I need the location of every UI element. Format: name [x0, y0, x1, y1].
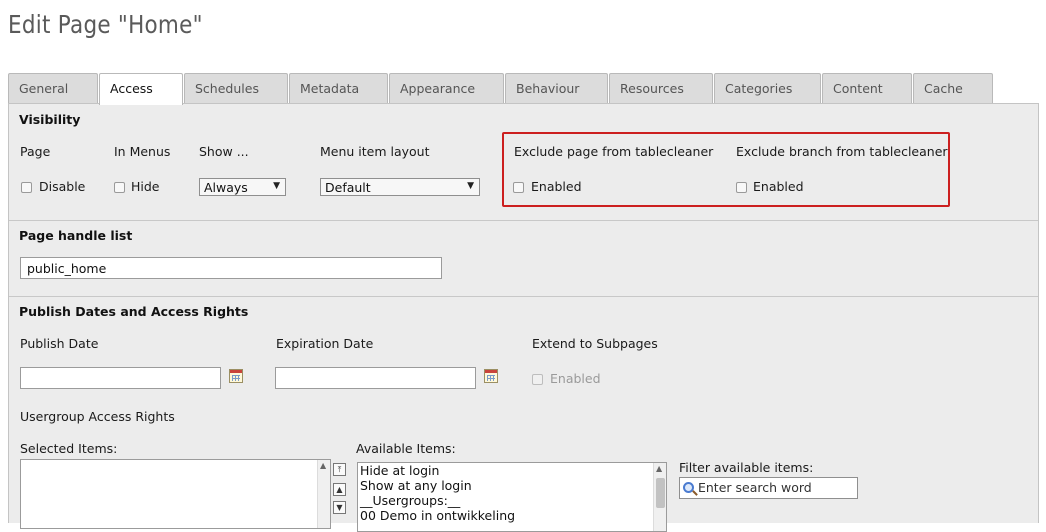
scrollbar-thumb[interactable]: [656, 478, 665, 508]
filter-search-input[interactable]: Enter search word: [679, 477, 858, 499]
move-down-icon[interactable]: ▼: [333, 501, 346, 514]
publish-date-input[interactable]: [20, 367, 221, 389]
tab-content[interactable]: Content: [822, 73, 912, 104]
page-title: Edit Page "Home": [8, 10, 203, 39]
tab-access[interactable]: Access: [99, 73, 183, 105]
publish-date-label: Publish Date: [20, 336, 99, 351]
selected-items-list[interactable]: ▲: [20, 459, 331, 529]
page-label: Page: [20, 144, 51, 159]
filter-items-label: Filter available items:: [679, 460, 814, 475]
exclude-branch-enabled-label[interactable]: Enabled: [753, 179, 804, 194]
scrollbar[interactable]: ▲: [317, 460, 330, 528]
calendar-icon[interactable]: [229, 369, 243, 383]
tab-resources[interactable]: Resources: [609, 73, 713, 104]
extend-subpages-enabled-label: Enabled: [550, 371, 601, 386]
menu-item-layout-label: Menu item layout: [320, 144, 430, 159]
hide-checkbox[interactable]: [114, 182, 125, 193]
show-label: Show ...: [199, 144, 249, 159]
scroll-up-icon[interactable]: ▲: [656, 464, 662, 473]
exclude-page-label: Exclude page from tablecleaner: [514, 144, 714, 159]
disable-label[interactable]: Disable: [39, 179, 85, 194]
expiration-date-input[interactable]: [275, 367, 476, 389]
visibility-section-title: Visibility: [19, 112, 81, 127]
exclude-page-enabled-label[interactable]: Enabled: [531, 179, 582, 194]
tab-appearance[interactable]: Appearance: [389, 73, 504, 104]
disable-checkbox[interactable]: [21, 182, 32, 193]
tab-categories[interactable]: Categories: [714, 73, 821, 104]
calendar-icon[interactable]: [484, 369, 498, 383]
extend-subpages-checkbox[interactable]: [532, 374, 543, 385]
access-panel: Visibility Page Disable In Menus Hide Sh…: [8, 103, 1039, 532]
page-handle-input[interactable]: public_home: [20, 257, 442, 279]
tab-metadata[interactable]: Metadata: [289, 73, 388, 104]
filter-search-placeholder: Enter search word: [697, 480, 812, 495]
show-select[interactable]: Always ▼: [199, 178, 286, 196]
tab-schedules[interactable]: Schedules: [184, 73, 288, 104]
menu-item-layout-select[interactable]: Default ▼: [320, 178, 480, 196]
tab-behaviour[interactable]: Behaviour: [505, 73, 608, 104]
in-menus-label: In Menus: [114, 144, 171, 159]
available-items-label: Available Items:: [356, 441, 456, 456]
list-item[interactable]: __Usergroups:__: [358, 493, 666, 508]
selected-items-label: Selected Items:: [20, 441, 118, 456]
chevron-down-icon: ▼: [273, 181, 280, 191]
exclude-page-checkbox[interactable]: [513, 182, 524, 193]
scroll-up-icon[interactable]: ▲: [320, 461, 326, 470]
tab-cache[interactable]: Cache: [913, 73, 993, 104]
move-up-icon[interactable]: ▲: [333, 483, 346, 496]
exclude-branch-label: Exclude branch from tablecleaner: [736, 144, 948, 159]
section-divider: [9, 296, 1038, 297]
show-select-value: Always: [204, 180, 248, 195]
publish-section-title: Publish Dates and Access Rights: [19, 304, 249, 319]
chevron-down-icon: ▼: [467, 181, 474, 191]
exclude-branch-checkbox[interactable]: [736, 182, 747, 193]
move-to-top-icon[interactable]: ⤒: [333, 463, 346, 476]
list-item[interactable]: 00 Demo in ontwikkeling: [358, 508, 666, 523]
section-divider: [9, 220, 1038, 221]
extend-subpages-label: Extend to Subpages: [532, 336, 658, 351]
tab-general[interactable]: General: [8, 73, 98, 104]
scrollbar[interactable]: ▲: [653, 463, 666, 531]
search-icon: [683, 482, 694, 493]
page-handle-section-title: Page handle list: [19, 228, 133, 243]
usergroup-access-label: Usergroup Access Rights: [20, 409, 175, 424]
list-item[interactable]: Show at any login: [358, 478, 666, 493]
expiration-date-label: Expiration Date: [276, 336, 374, 351]
hide-label[interactable]: Hide: [131, 179, 160, 194]
available-items-list[interactable]: Hide at login Show at any login __Usergr…: [357, 462, 667, 532]
menu-item-layout-value: Default: [325, 180, 371, 195]
list-item[interactable]: Hide at login: [358, 463, 666, 478]
